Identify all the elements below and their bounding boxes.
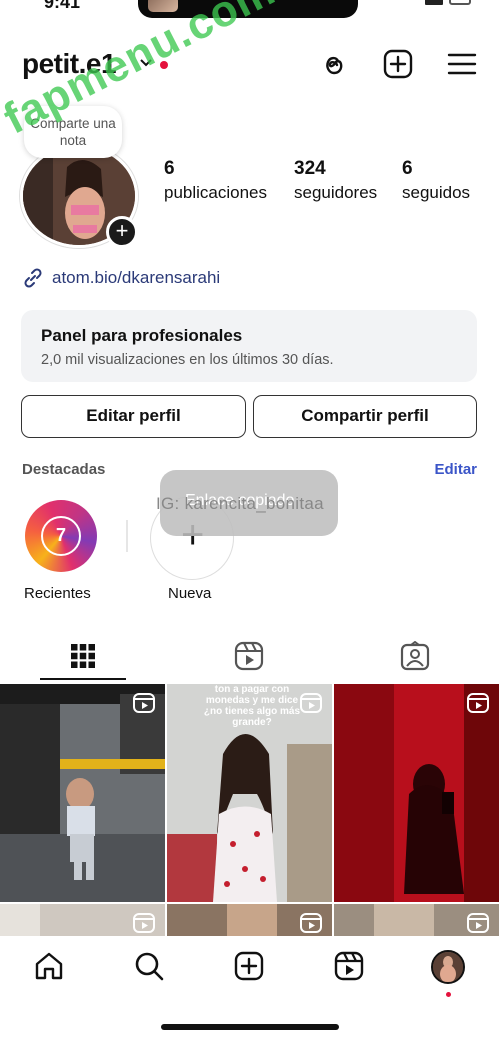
reel-badge-icon bbox=[300, 693, 322, 713]
professional-dashboard[interactable]: Panel para profesionales 2,0 mil visuali… bbox=[21, 310, 477, 382]
stat-followers-label: seguidores bbox=[294, 183, 378, 202]
bio-link-text: atom.bio/dkarensarahi bbox=[52, 268, 221, 287]
signal-icon bbox=[425, 0, 443, 5]
home-icon[interactable] bbox=[33, 950, 65, 982]
highlight-recent-badge: 7 bbox=[41, 516, 81, 556]
dashboard-title: Panel para profesionales bbox=[41, 326, 243, 345]
stat-followers-count: 324 bbox=[294, 158, 326, 179]
posts-grid: ton a pagar con monedas y me dice ¿no ti… bbox=[0, 684, 499, 936]
highlight-recent[interactable]: 7 bbox=[25, 500, 97, 572]
create-icon[interactable] bbox=[233, 950, 265, 982]
stat-following[interactable]: 6 seguidos bbox=[402, 158, 470, 203]
profile-avatar[interactable] bbox=[431, 950, 465, 984]
share-profile-button[interactable]: Compartir perfil bbox=[253, 395, 477, 438]
reel-badge-icon bbox=[467, 693, 489, 713]
grid-post-3[interactable] bbox=[334, 684, 499, 902]
tab-reels[interactable] bbox=[166, 630, 332, 682]
post-image bbox=[0, 684, 165, 902]
grid-post-1[interactable] bbox=[0, 684, 165, 902]
tab-grid-underline bbox=[40, 678, 126, 680]
stat-following-count: 6 bbox=[402, 158, 413, 179]
tab-grid[interactable] bbox=[0, 630, 166, 682]
grid-post-4[interactable] bbox=[0, 904, 165, 936]
grid-post-2[interactable]: ton a pagar con monedas y me dice ¿no ti… bbox=[167, 684, 332, 902]
search-icon[interactable] bbox=[133, 950, 165, 982]
link-icon bbox=[24, 268, 42, 288]
dashboard-subtitle: 2,0 mil visualizaciones en los últimos 3… bbox=[41, 352, 334, 368]
avatar-photo bbox=[433, 952, 463, 982]
reels-icon bbox=[234, 641, 264, 671]
status-time: 9:41 bbox=[44, 0, 81, 12]
stat-posts-count: 6 bbox=[164, 158, 175, 179]
highlights-edit-link[interactable]: Editar bbox=[434, 461, 477, 478]
reel-badge-icon bbox=[300, 913, 322, 933]
tab-tagged[interactable] bbox=[332, 630, 498, 682]
grid-post-6[interactable] bbox=[334, 904, 499, 936]
highlight-new-caption: Nueva bbox=[168, 585, 212, 602]
bottom-navigation bbox=[0, 936, 499, 1008]
grid-post-5[interactable] bbox=[167, 904, 332, 936]
highlight-recent-caption: Recientes bbox=[24, 585, 91, 602]
highlights-divider bbox=[126, 520, 128, 552]
post-caption: ton a pagar con monedas y me dice ¿no ti… bbox=[203, 684, 301, 728]
reel-badge-icon bbox=[133, 693, 155, 713]
tagged-person-icon bbox=[400, 641, 430, 671]
reels-icon[interactable] bbox=[333, 950, 365, 982]
stat-following-label: seguidos bbox=[402, 183, 471, 202]
reel-badge-icon bbox=[133, 913, 155, 933]
threads-icon[interactable] bbox=[317, 48, 349, 80]
add-story-button[interactable]: + bbox=[106, 216, 138, 248]
stat-posts[interactable]: 6 publicaciones bbox=[164, 158, 267, 203]
stat-followers[interactable]: 324 seguidores bbox=[294, 158, 377, 203]
content-tabs bbox=[0, 630, 499, 682]
highlights-label: Destacadas bbox=[22, 461, 106, 478]
plus-square-icon[interactable] bbox=[382, 48, 414, 80]
home-indicator[interactable] bbox=[161, 1024, 339, 1030]
bio-link[interactable]: atom.bio/dkarensarahi bbox=[22, 267, 220, 289]
hamburger-menu-icon[interactable] bbox=[446, 48, 478, 80]
overlay-ig-text: IG: karencita_bonitaa bbox=[156, 494, 324, 513]
post-image bbox=[334, 684, 499, 902]
edit-profile-button[interactable]: Editar perfil bbox=[21, 395, 246, 438]
notification-dot bbox=[446, 992, 451, 997]
status-indicators bbox=[425, 0, 471, 5]
grid-icon bbox=[71, 644, 95, 668]
battery-icon bbox=[449, 0, 471, 5]
stat-posts-label: publicaciones bbox=[164, 183, 268, 202]
reel-badge-icon bbox=[467, 913, 489, 933]
